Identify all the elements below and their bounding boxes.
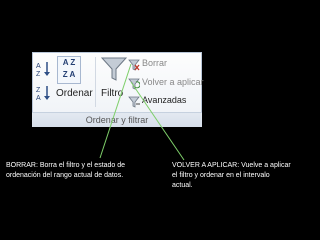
annotation-connector-lines bbox=[99, 63, 185, 161]
clear-connector-line bbox=[99, 63, 132, 159]
reapply-annotation-text: VOLVER A APLICAR: Vuelve a aplicar el fi… bbox=[172, 162, 291, 189]
clear-annotation-text: BORRAR: Borra el filtro y el estado de o… bbox=[6, 162, 126, 179]
reapply-connector-line bbox=[130, 81, 185, 161]
